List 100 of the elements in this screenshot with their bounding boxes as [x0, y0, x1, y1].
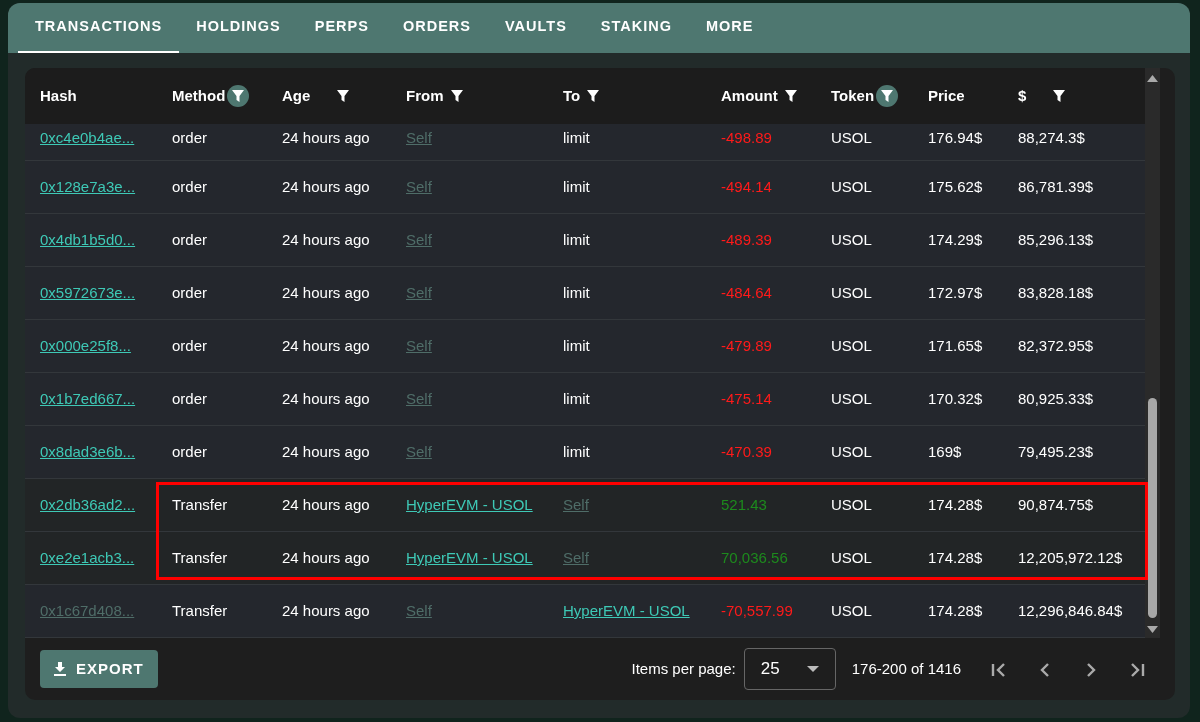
amount-cell: -494.14: [721, 177, 772, 195]
tab[interactable]: ORDERS: [385, 3, 488, 53]
amount-cell: -479.89: [721, 336, 772, 354]
tab[interactable]: STAKING: [583, 3, 689, 53]
table-cell: 169$: [928, 442, 962, 460]
self-link[interactable]: Self: [406, 601, 432, 619]
column-header: Token: [831, 85, 875, 106]
hash-link[interactable]: 0x000e25f8...: [40, 336, 131, 354]
amount-cell: 70,036.56: [721, 548, 788, 566]
table-cell: 90,874.75$: [1018, 495, 1094, 513]
table-cell: limit: [563, 283, 590, 301]
address-link[interactable]: HyperEVM - USOL: [406, 548, 533, 566]
table-cell: limit: [563, 336, 590, 354]
scroll-up-icon[interactable]: [1145, 72, 1160, 84]
table-cell: 24 hours ago: [282, 230, 370, 248]
column-header: From: [406, 85, 444, 106]
table-cell: limit: [563, 389, 590, 407]
table-cell: Transfer: [172, 548, 228, 566]
table-cell: 174.29$: [928, 230, 983, 248]
address-link[interactable]: HyperEVM - USOL: [563, 601, 690, 619]
column-header: Price: [928, 85, 965, 106]
table-cell: 170.32$: [928, 389, 983, 407]
table-cell: 174.28$: [928, 495, 983, 513]
filter-icon[interactable]: [876, 85, 899, 107]
table-cell: 24 hours ago: [282, 129, 370, 146]
table-cell: limit: [563, 230, 590, 248]
table-cell: order: [172, 283, 208, 301]
table-cell: 176.94$: [928, 129, 983, 146]
table-cell: 86,781.39$: [1018, 177, 1094, 195]
self-link[interactable]: Self: [406, 283, 432, 301]
self-link[interactable]: Self: [406, 442, 432, 460]
table-cell: 24 hours ago: [282, 601, 370, 619]
table-cell: USOL: [831, 548, 872, 566]
hash-link[interactable]: 0x1c67d408...: [40, 601, 135, 619]
amount-cell: -498.89: [721, 129, 772, 146]
scrollbar[interactable]: [1145, 68, 1160, 638]
table-cell: 80,925.33$: [1018, 389, 1094, 407]
table-cell: USOL: [831, 177, 872, 195]
hash-link[interactable]: 0x128e7a3e...: [40, 177, 136, 195]
amount-cell: 521.43: [721, 495, 767, 513]
table-cell: USOL: [831, 495, 872, 513]
tab[interactable]: TRANSACTIONS: [18, 3, 180, 53]
amount-cell: -484.64: [721, 283, 772, 301]
tab[interactable]: MORE: [689, 3, 771, 53]
table-cell: 24 hours ago: [282, 389, 370, 407]
hash-link[interactable]: 0xe2e1acb3...: [40, 548, 135, 566]
self-link[interactable]: Self: [563, 548, 589, 566]
column-header: Method: [172, 85, 226, 106]
table-cell: order: [172, 177, 208, 195]
column-header: Amount: [721, 85, 778, 106]
table-cell: 88,274.3$: [1018, 129, 1085, 146]
hash-link[interactable]: 0x1b7ed667...: [40, 389, 136, 407]
address-link[interactable]: HyperEVM - USOL: [406, 495, 533, 513]
tab[interactable]: HOLDINGS: [179, 3, 298, 53]
hash-link[interactable]: 0x4db1b5d0...: [40, 230, 136, 248]
hash-link[interactable]: 0x8dad3e6b...: [40, 442, 136, 460]
amount-cell: -475.14: [721, 389, 772, 407]
self-link[interactable]: Self: [406, 389, 432, 407]
self-link[interactable]: Self: [406, 177, 432, 195]
first-page-icon[interactable]: [990, 660, 1008, 679]
table-cell: 79,495.23$: [1018, 442, 1094, 460]
table-cell: 24 hours ago: [282, 442, 370, 460]
table-cell: USOL: [831, 230, 872, 248]
table-cell: USOL: [831, 601, 872, 619]
column-header: $: [1018, 85, 1027, 106]
hash-link[interactable]: 0x5972673e...: [40, 283, 136, 301]
self-link[interactable]: Self: [563, 495, 589, 513]
last-page-icon[interactable]: [1128, 660, 1146, 679]
scrollbar-thumb[interactable]: [1148, 398, 1157, 618]
tab[interactable]: VAULTS: [487, 3, 584, 53]
amount-cell: -70,557.99: [721, 601, 793, 619]
items-per-page-select[interactable]: 25: [743, 648, 836, 690]
tab[interactable]: PERPS: [297, 3, 386, 53]
table-cell: 24 hours ago: [282, 336, 370, 354]
hash-link[interactable]: 0x2db36ad2...: [40, 495, 136, 513]
dropdown-caret-icon: [806, 666, 819, 672]
self-link[interactable]: Self: [406, 336, 432, 354]
column-header: Age: [282, 85, 311, 106]
export-button[interactable]: EXPORT: [40, 649, 158, 689]
table-cell: USOL: [831, 336, 872, 354]
table-cell: limit: [563, 177, 590, 195]
hash-link[interactable]: 0xc4e0b4ae...: [40, 129, 135, 146]
column-header: To: [563, 85, 581, 106]
table-cell: order: [172, 389, 208, 407]
table-cell: order: [172, 336, 208, 354]
table-cell: 12,296,846.84$: [1018, 601, 1123, 619]
table-cell: 85,296.13$: [1018, 230, 1094, 248]
column-header: Hash: [40, 85, 77, 106]
scroll-down-icon[interactable]: [1145, 624, 1160, 636]
table-cell: 83,828.18$: [1018, 283, 1094, 301]
table-cell: 174.28$: [928, 601, 983, 619]
table-cell: limit: [563, 442, 590, 460]
filter-icon[interactable]: [227, 85, 250, 107]
table-cell: 12,205,972.12$: [1018, 548, 1123, 566]
table-cell: 24 hours ago: [282, 548, 370, 566]
self-link[interactable]: Self: [406, 230, 432, 248]
table-cell: order: [172, 442, 208, 460]
self-link[interactable]: Self: [406, 129, 432, 146]
table-cell: USOL: [831, 442, 872, 460]
table-cell: 175.62$: [928, 177, 983, 195]
